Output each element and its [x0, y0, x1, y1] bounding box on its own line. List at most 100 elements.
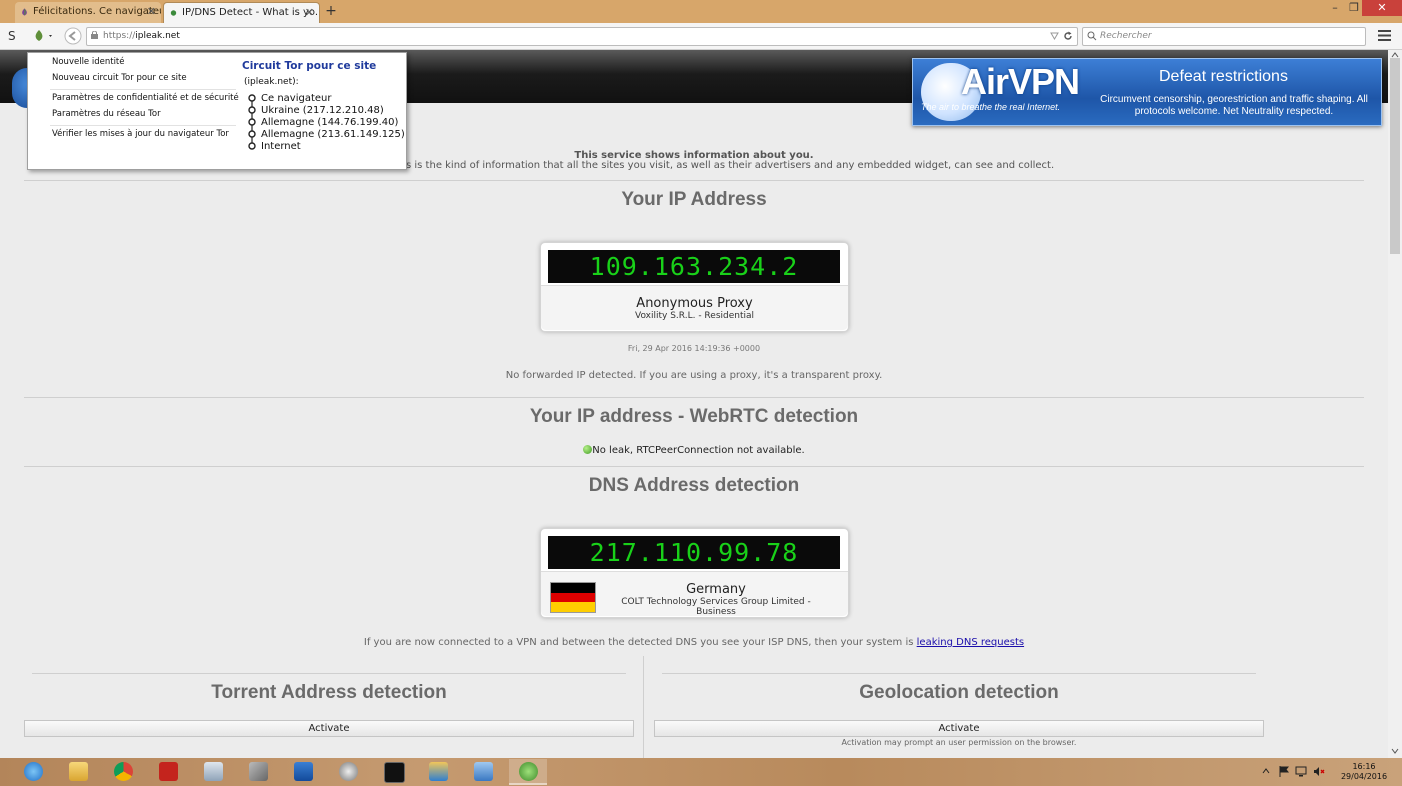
menu-item-new-identity[interactable]: Nouvelle identité — [52, 57, 125, 67]
menu-item-privacy-settings[interactable]: Paramètres de confidentialité et de sécu… — [52, 93, 239, 103]
circuit-node: Allemagne (144.76.199.40) — [261, 117, 399, 128]
ip-isp: Voxility S.R.L. - Residential — [634, 311, 755, 321]
dns-heading: DNS Address detection — [588, 475, 800, 496]
tab-felicitations[interactable]: Félicitations. Ce navigateur... ✕ — [15, 2, 161, 23]
file-explorer-icon[interactable] — [59, 759, 97, 785]
divider — [24, 466, 1364, 467]
divider — [24, 397, 1364, 398]
tor-onion-icon — [22, 8, 27, 16]
search-icon — [1087, 31, 1097, 41]
acrobat-icon[interactable] — [149, 759, 187, 785]
circuit-node: Ce navigateur — [261, 93, 332, 104]
circuit-node: Allemagne (213.61.149.125) — [261, 129, 405, 140]
circuit-site: (ipleak.net): — [244, 77, 299, 87]
divider — [24, 180, 1364, 181]
clock-date: 29/04/2016 — [1340, 772, 1388, 781]
chrome-icon[interactable] — [104, 759, 142, 785]
dns-address-display: 217.110.99.78 — [548, 536, 840, 569]
torrent-heading: Torrent Address detection — [211, 682, 447, 703]
close-icon[interactable]: ✕ — [147, 2, 156, 22]
navigation-bar: S https://ipleak.net Rechercher — [0, 23, 1402, 50]
internet-explorer-icon[interactable] — [14, 759, 52, 785]
ip-address-display: 109.163.234.2 — [548, 250, 840, 283]
menu-separator — [50, 125, 236, 126]
airvpn-banner[interactable]: AirVPN The air to breathe the real Inter… — [912, 58, 1382, 126]
ip-type: Anonymous Proxy — [636, 296, 753, 311]
circuit-path-icon — [248, 94, 256, 150]
germany-flag-icon — [550, 582, 596, 613]
search-placeholder: Rechercher — [1100, 31, 1152, 41]
clock-time: 16:16 — [1352, 762, 1376, 771]
reload-icon[interactable] — [1063, 31, 1073, 41]
remote-desktop-icon[interactable] — [464, 759, 502, 785]
banner-subtext: Circumvent censorship, georestriction an… — [1100, 94, 1368, 117]
app-icon[interactable] — [419, 759, 457, 785]
url-text: https://ipleak.net — [103, 31, 180, 41]
geolocation-activate-button[interactable]: Activate — [654, 720, 1264, 737]
circuit-title: Circuit Tor pour ce site — [242, 60, 377, 72]
search-bar[interactable]: Rechercher — [1082, 27, 1366, 46]
new-tab-button[interactable]: + — [324, 3, 338, 19]
dns-details: Germany COLT Technology Services Group L… — [541, 571, 848, 617]
circuit-node: Internet — [261, 141, 301, 152]
title-bar: Félicitations. Ce navigateur... ✕ IP/DNS… — [0, 0, 1402, 23]
svg-text:S: S — [8, 29, 16, 42]
tray-chevron-icon[interactable] — [1262, 768, 1270, 774]
intro-line-2: s is the kind of information that all th… — [406, 160, 1055, 171]
column-divider — [643, 656, 644, 758]
menu-item-new-circuit[interactable]: Nouveau circuit Tor pour ce site — [52, 73, 187, 83]
photos-icon[interactable] — [194, 759, 232, 785]
ip-timestamp: Fri, 29 Apr 2016 14:19:36 +0000 — [627, 344, 761, 353]
leaking-dns-link[interactable]: leaking DNS requests — [917, 637, 1024, 648]
volume-muted-icon[interactable] — [1313, 766, 1325, 777]
globe-icon[interactable] — [329, 759, 367, 785]
back-arrow-icon[interactable] — [64, 27, 82, 45]
green-status-icon — [583, 445, 593, 454]
divider — [662, 673, 1256, 674]
taskbar — [0, 758, 1402, 786]
close-icon[interactable]: ✕ — [305, 3, 314, 23]
ip-display-box: 109.163.234.2 Anonymous Proxy Voxility S… — [540, 242, 849, 332]
wifi-icon[interactable] — [284, 759, 322, 785]
forwarded-note: No forwarded IP detected. If you are usi… — [505, 370, 883, 381]
circuit-node: Ukraine (217.12.210.48) — [261, 105, 384, 116]
tab-ipleak[interactable]: IP/DNS Detect - What is yo... ✕ — [163, 2, 320, 23]
tor-button-icon[interactable] — [32, 28, 54, 43]
tor-browser-icon[interactable] — [509, 759, 547, 785]
banner-logo: AirVPN — [961, 61, 1080, 102]
tab-title: Félicitations. Ce navigateur... — [33, 6, 161, 17]
ip-details: Anonymous Proxy Voxility S.R.L. - Reside… — [541, 285, 848, 330]
url-bar[interactable]: https://ipleak.net — [86, 27, 1078, 46]
dns-country: Germany — [686, 582, 746, 597]
taskbar-clock[interactable]: 16:16 29/04/2016 — [1338, 762, 1390, 782]
menu-separator — [50, 89, 236, 90]
cmd-icon[interactable] — [374, 759, 412, 785]
menu-item-check-updates[interactable]: Vérifier les mises à jour du navigateur … — [52, 129, 229, 139]
dns-isp: COLT Technology Services Group Limited -… — [621, 597, 811, 617]
dropdown-icon[interactable] — [1050, 32, 1059, 40]
webrtc-heading: Your IP address - WebRTC detection — [529, 406, 859, 427]
hamburger-menu-icon[interactable] — [1378, 30, 1391, 41]
geolocation-heading: Geolocation detection — [859, 682, 1059, 703]
webrtc-status: No leak, RTCPeerConnection not available… — [0, 445, 1388, 456]
tab-title: IP/DNS Detect - What is yo... — [182, 7, 320, 18]
torrent-activate-button[interactable]: Activate — [24, 720, 634, 737]
network-icon[interactable] — [1295, 766, 1307, 777]
lock-icon — [91, 31, 98, 39]
dns-display-box: 217.110.99.78 Germany COLT Technology Se… — [540, 528, 849, 618]
banner-tagline: The air to breathe the real Internet. — [921, 102, 1061, 112]
flag-icon[interactable] — [1279, 766, 1289, 777]
menu-item-network-settings[interactable]: Paramètres du réseau Tor — [52, 109, 161, 119]
tools-icon[interactable] — [239, 759, 277, 785]
geolocation-note: Activation may prompt an user permission… — [841, 738, 1077, 747]
banner-headline: Defeat restrictions — [1159, 68, 1288, 85]
ip-heading: Your IP Address — [621, 189, 767, 210]
scroll-down-icon[interactable] — [1391, 748, 1399, 754]
divider — [32, 673, 626, 674]
noscript-icon[interactable]: S — [7, 29, 19, 42]
scrollbar-thumb[interactable] — [1390, 58, 1400, 254]
window-close-button[interactable]: ✕ — [1362, 0, 1402, 16]
tor-button-menu: Nouvelle identité Nouveau circuit Tor po… — [27, 52, 407, 170]
ipleak-favicon-icon — [170, 10, 177, 16]
dns-note: If you are now connected to a VPN and be… — [363, 637, 1025, 648]
